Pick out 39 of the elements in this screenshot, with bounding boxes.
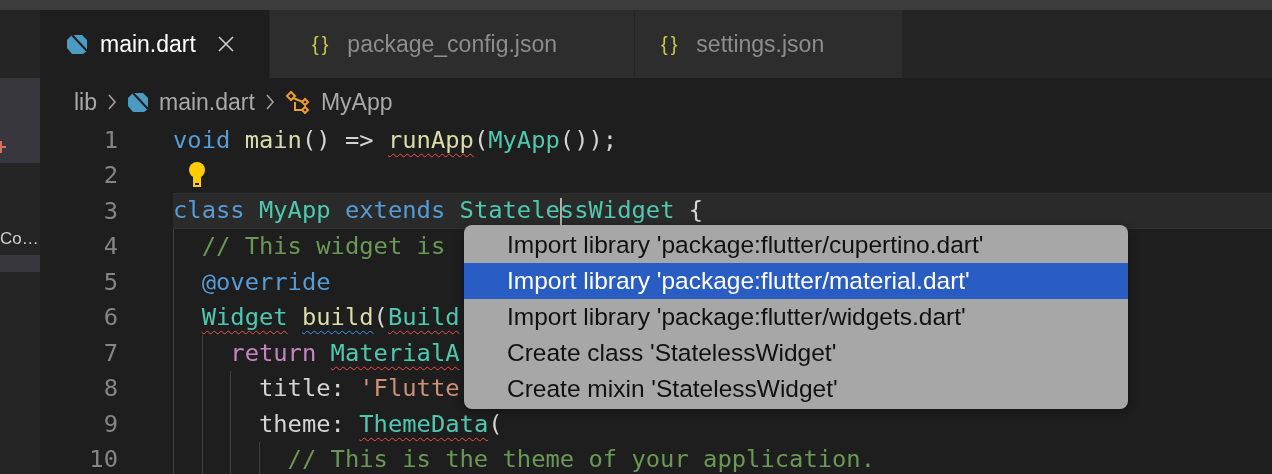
code-line: title: 'Flutte	[257, 374, 460, 403]
line-number: 9	[102, 409, 118, 438]
line-number: 8	[102, 374, 118, 403]
chevron-icon	[107, 93, 117, 111]
line-number: 7	[102, 338, 118, 367]
close-icon[interactable]	[217, 36, 234, 52]
menu-item[interactable]: Create mixin 'StatelessWidget'	[464, 371, 1128, 407]
plus-icon	[0, 140, 8, 154]
editor-tab[interactable]: main.dart	[40, 10, 270, 78]
editor-tab[interactable]: {} package_config.json	[270, 10, 635, 78]
breadcrumb-item[interactable]: MyApp	[320, 88, 393, 116]
line-number: 3	[102, 196, 118, 225]
line-number: 10	[88, 445, 118, 474]
code-line: @override	[200, 267, 331, 296]
code-line: // This is the theme of your application.	[286, 445, 876, 474]
code-line: void main() => runApp(MyApp());	[173, 125, 618, 154]
dart-icon	[66, 33, 88, 55]
lightbulb-icon[interactable]	[188, 161, 206, 190]
line-number: 6	[102, 303, 118, 332]
class-icon	[284, 90, 311, 114]
menu-item[interactable]: Import library 'package:flutter/cupertino.dart'	[464, 227, 1128, 263]
code-line: Widget build(Build	[200, 303, 460, 332]
breadcrumb-item[interactable]: lib	[74, 88, 97, 116]
sidebar-item[interactable]: Co…	[0, 163, 40, 255]
menu-item[interactable]: Import library 'package:flutter/widgets.dart'	[464, 299, 1128, 335]
line-number: 1	[102, 125, 118, 154]
dart-icon	[127, 91, 149, 113]
line-number: 5	[102, 267, 118, 296]
line-number: 2	[102, 161, 118, 190]
line-number: 4	[102, 232, 118, 261]
menu-item[interactable]: Import library 'package:flutter/material.dart'	[464, 263, 1128, 299]
code-line: class MyApp extends StatelessWidget {	[173, 196, 704, 226]
code-line: theme: ThemeData(	[257, 409, 503, 438]
editor-tab[interactable]: {} settings.json	[635, 10, 903, 78]
code-line: // This widget is	[200, 232, 446, 261]
code-line: return MaterialA	[229, 338, 460, 367]
menu-item[interactable]: Create class 'StatelessWidget'	[464, 335, 1128, 371]
chevron-icon	[264, 93, 275, 111]
breadcrumb-item[interactable]: main.dart	[159, 88, 255, 116]
